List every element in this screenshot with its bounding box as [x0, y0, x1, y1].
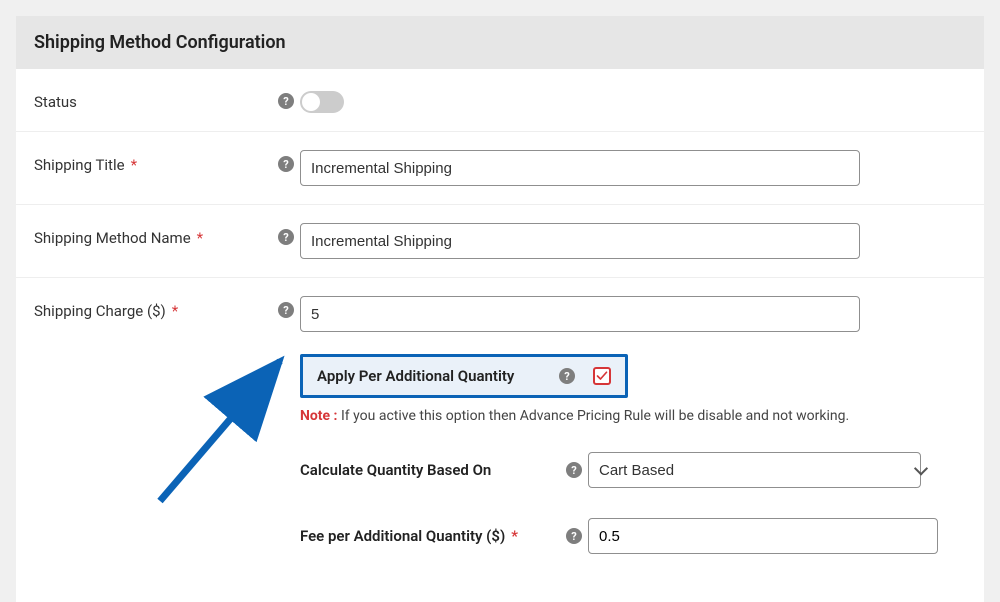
- row-status: Status ?: [16, 69, 984, 132]
- shipping-title-input[interactable]: [300, 150, 860, 186]
- calc-based-on-select[interactable]: Cart Based: [588, 452, 921, 488]
- row-calc-based-on: Calculate Quantity Based On ? Cart Based: [300, 452, 966, 488]
- shipping-charge-input[interactable]: [300, 296, 860, 332]
- required-marker: *: [197, 229, 203, 247]
- help-icon[interactable]: ?: [566, 462, 582, 478]
- panel-title: Shipping Method Configuration: [16, 16, 984, 69]
- apply-per-qty-note: Note : If you active this option then Ad…: [300, 408, 966, 424]
- required-marker: *: [131, 156, 137, 174]
- shipping-charge-label: Shipping Charge ($)*: [34, 296, 272, 320]
- calc-based-on-label: Calculate Quantity Based On: [300, 461, 560, 479]
- check-icon: [596, 370, 608, 382]
- method-name-input[interactable]: [300, 223, 860, 259]
- shipping-title-label: Shipping Title*: [34, 150, 272, 174]
- apply-per-qty-checkbox[interactable]: [593, 367, 611, 385]
- status-help: ?: [272, 87, 300, 109]
- help-icon[interactable]: ?: [559, 368, 575, 384]
- status-toggle[interactable]: [300, 91, 344, 113]
- help-icon[interactable]: ?: [278, 93, 294, 109]
- help-icon[interactable]: ?: [278, 156, 294, 172]
- help-icon[interactable]: ?: [566, 528, 582, 544]
- row-fee-per-qty: Fee per Additional Quantity ($)* ?: [300, 518, 966, 554]
- status-label: Status: [34, 87, 272, 111]
- help-icon[interactable]: ?: [278, 302, 294, 318]
- method-name-label: Shipping Method Name*: [34, 223, 272, 247]
- help-icon[interactable]: ?: [278, 229, 294, 245]
- fee-per-qty-input[interactable]: [588, 518, 938, 554]
- row-method-name: Shipping Method Name* ?: [16, 205, 984, 278]
- apply-per-qty-label: Apply Per Additional Quantity: [317, 367, 541, 385]
- required-marker: *: [172, 302, 178, 320]
- config-panel: Shipping Method Configuration Status ? S…: [16, 16, 984, 602]
- fee-per-qty-label: Fee per Additional Quantity ($)*: [300, 527, 560, 545]
- row-shipping-charge: Shipping Charge ($)* ? Apply Per Additio…: [16, 278, 984, 602]
- apply-per-qty-box: Apply Per Additional Quantity ?: [300, 354, 628, 398]
- row-shipping-title: Shipping Title* ?: [16, 132, 984, 205]
- required-marker: *: [511, 527, 518, 545]
